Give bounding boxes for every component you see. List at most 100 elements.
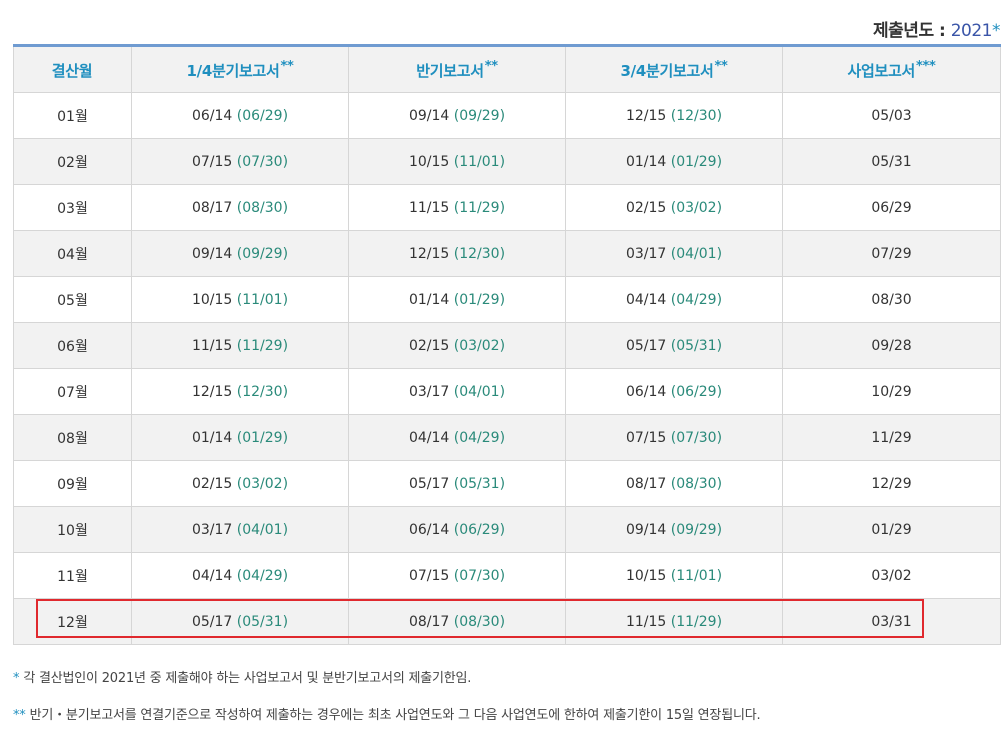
q3-deadline-cell: 02/15 (03/02): [565, 184, 783, 231]
column-header-label: 사업보고서: [847, 61, 915, 80]
deadline-date: 03/17: [408, 383, 450, 400]
q3-deadline-cell: 01/14 (01/29): [565, 138, 783, 185]
deadline-date: 07/15: [625, 429, 667, 446]
extended-deadline-date: (04/29): [453, 429, 506, 446]
column-header: 반기보고서**: [348, 45, 566, 93]
month-label: 12월: [57, 614, 88, 631]
q3-deadline-cell: 10/15 (11/01): [565, 552, 783, 599]
month-label: 05월: [57, 292, 88, 309]
deadline-date: 09/14: [625, 521, 667, 538]
submission-year-label: 제출년도 :: [873, 21, 951, 41]
column-header: 사업보고서***: [782, 45, 1001, 93]
table-row: 03월 08/17 (08/30) 11/15 (11/29) 02/15 (03/0…: [13, 184, 1001, 231]
q1-deadline-cell: 11/15 (11/29): [131, 322, 349, 369]
q1-deadline-cell: 07/15 (07/30): [131, 138, 349, 185]
extended-deadline-date: (01/29): [453, 291, 506, 308]
deadline-date: 08/17: [191, 199, 233, 216]
deadline-date: 02/15: [625, 199, 667, 216]
month-cell: 03월: [13, 184, 132, 231]
deadline-date: 01/14: [191, 429, 233, 446]
extended-deadline-date: (06/29): [670, 383, 723, 400]
annual-deadline-cell: 06/29: [782, 184, 1001, 231]
extended-deadline-date: (01/29): [236, 429, 289, 446]
deadline-date: 12/15: [625, 107, 667, 124]
deadline-date: 08/17: [625, 475, 667, 492]
q1-deadline-cell: 12/15 (12/30): [131, 368, 349, 415]
extended-deadline-date: (12/30): [670, 107, 723, 124]
deadline-date: 04/14: [408, 429, 450, 446]
month-cell: 10월: [13, 506, 132, 553]
q3-deadline-cell: 08/17 (08/30): [565, 460, 783, 507]
column-header-stars: **: [484, 58, 498, 74]
half-deadline-cell: 01/14 (01/29): [348, 276, 566, 323]
submission-year-value[interactable]: 2021: [951, 21, 993, 41]
month-cell: 08월: [13, 414, 132, 461]
table-row: 12월 05/17 (05/31) 08/17 (08/30) 11/15 (11/2…: [13, 598, 1001, 645]
extended-deadline-date: (12/30): [453, 245, 506, 262]
q1-deadline-cell: 10/15 (11/01): [131, 276, 349, 323]
table-header-row: 결산월 1/4분기보고서** 반기보고서** 3/4분기보고서** 사업보고서***: [13, 45, 1001, 93]
deadline-date: 06/29: [871, 199, 912, 216]
q3-deadline-cell: 12/15 (12/30): [565, 92, 783, 139]
table-row: 07월 12/15 (12/30) 03/17 (04/01) 06/14 (06/2…: [13, 368, 1001, 415]
extended-deadline-date: (05/31): [453, 475, 506, 492]
deadline-date: 10/15: [191, 291, 233, 308]
table-row: 05월 10/15 (11/01) 01/14 (01/29) 04/14 (04/2…: [13, 276, 1001, 323]
deadline-date: 11/15: [625, 613, 667, 630]
footnote-1: * 각 결산법인이 2021년 중 제출해야 하는 사업보고서 및 분반기보고서의…: [13, 667, 471, 686]
column-header-stars: **: [280, 58, 294, 74]
extended-deadline-date: (11/01): [236, 291, 289, 308]
table-row: 09월 02/15 (03/02) 05/17 (05/31) 08/17 (08/3…: [13, 460, 1001, 507]
table-row: 08월 01/14 (01/29) 04/14 (04/29) 07/15 (07/3…: [13, 414, 1001, 461]
annual-deadline-cell: 10/29: [782, 368, 1001, 415]
extended-deadline-date: (09/29): [236, 245, 289, 262]
extended-deadline-date: (04/01): [236, 521, 289, 538]
column-header: 3/4분기보고서**: [565, 45, 783, 93]
deadline-date: 01/14: [408, 291, 450, 308]
extended-deadline-date: (05/31): [670, 337, 723, 354]
month-label: 04월: [57, 246, 88, 263]
q1-deadline-cell: 03/17 (04/01): [131, 506, 349, 553]
annual-deadline-cell: 03/02: [782, 552, 1001, 599]
extended-deadline-date: (03/02): [236, 475, 289, 492]
deadline-date: 05/31: [871, 153, 912, 170]
extended-deadline-date: (04/29): [670, 291, 723, 308]
filing-deadline-table: 결산월 1/4분기보고서** 반기보고서** 3/4분기보고서** 사업보고서*** 0…: [13, 44, 1001, 645]
annual-deadline-cell: 07/29: [782, 230, 1001, 277]
deadline-date: 11/15: [408, 199, 450, 216]
extended-deadline-date: (06/29): [236, 107, 289, 124]
extended-deadline-date: (08/30): [453, 613, 506, 630]
extended-deadline-date: (11/29): [453, 199, 506, 216]
extended-deadline-date: (11/29): [236, 337, 289, 354]
q3-deadline-cell: 07/15 (07/30): [565, 414, 783, 461]
half-deadline-cell: 04/14 (04/29): [348, 414, 566, 461]
extended-deadline-date: (03/02): [670, 199, 723, 216]
month-label: 03월: [57, 200, 88, 217]
column-header-label: 반기보고서: [416, 61, 484, 80]
deadline-date: 08/17: [408, 613, 450, 630]
month-label: 11월: [57, 568, 88, 585]
q1-deadline-cell: 08/17 (08/30): [131, 184, 349, 231]
deadline-date: 09/14: [408, 107, 450, 124]
table-row: 01월 06/14 (06/29) 09/14 (09/29) 12/15 (12/3…: [13, 92, 1001, 139]
extended-deadline-date: (03/02): [453, 337, 506, 354]
extended-deadline-date: (12/30): [236, 383, 289, 400]
month-label: 09월: [57, 476, 88, 493]
extended-deadline-date: (11/01): [453, 153, 506, 170]
half-deadline-cell: 09/14 (09/29): [348, 92, 566, 139]
q1-deadline-cell: 05/17 (05/31): [131, 598, 349, 645]
deadline-date: 05/17: [408, 475, 450, 492]
extended-deadline-date: (06/29): [453, 521, 506, 538]
month-cell: 11월: [13, 552, 132, 599]
submission-year-star: *: [992, 21, 1001, 41]
extended-deadline-date: (04/01): [670, 245, 723, 262]
deadline-date: 10/29: [871, 383, 912, 400]
deadline-date: 10/15: [408, 153, 450, 170]
extended-deadline-date: (04/01): [453, 383, 506, 400]
deadline-date: 08/30: [871, 291, 912, 308]
month-cell: 12월: [13, 598, 132, 645]
footnote-2-mark: **: [13, 708, 26, 723]
month-cell: 01월: [13, 92, 132, 139]
extended-deadline-date: (08/30): [670, 475, 723, 492]
deadline-date: 09/14: [191, 245, 233, 262]
